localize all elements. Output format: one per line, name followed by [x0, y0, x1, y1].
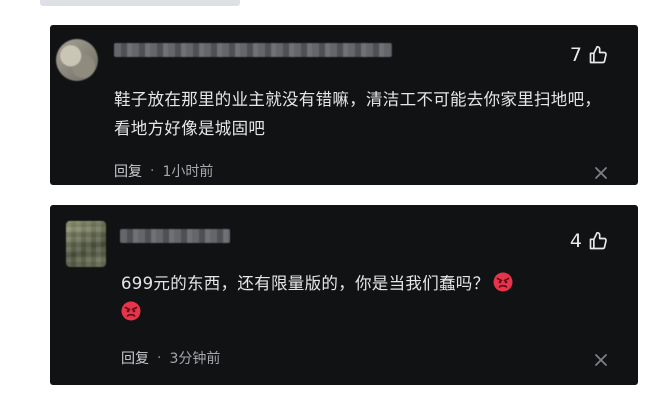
- reply-button[interactable]: 回复: [114, 161, 142, 181]
- avatar[interactable]: [56, 39, 98, 81]
- username-redacted: [120, 229, 230, 243]
- like-count: 7: [569, 44, 582, 66]
- timestamp: 3分钟前: [169, 351, 221, 367]
- thumbs-up-icon: [588, 45, 608, 65]
- close-icon[interactable]: [594, 166, 608, 180]
- username-redacted: [114, 43, 392, 57]
- thumbs-up-icon: [588, 231, 608, 251]
- comment-text: 鞋子放在那里的业主就没有错嘛，清洁工不可能去你家里扫地吧，看地方好像是城固吧: [114, 90, 602, 138]
- angry-face-emoji: [121, 301, 141, 321]
- separator-dot: ·: [150, 163, 155, 179]
- comment-meta: 回复 · 3分钟前: [121, 348, 220, 368]
- like-button[interactable]: 4: [570, 230, 608, 252]
- timestamp: 1小时前: [162, 164, 214, 180]
- like-button[interactable]: 7: [570, 44, 608, 66]
- angry-face-emoji: [493, 272, 513, 292]
- reply-button[interactable]: 回复: [121, 348, 149, 368]
- comment-card: 7 鞋子放在那里的业主就没有错嘛，清洁工不可能去你家里扫地吧，看地方好像是城固吧…: [50, 25, 638, 185]
- separator-dot: ·: [157, 350, 162, 366]
- comment-text: 699元的东西，还有限量版的，你是当我们蠢吗？: [121, 274, 490, 293]
- comment-meta: 回复 · 1小时前: [114, 161, 213, 181]
- like-count: 4: [569, 230, 582, 252]
- cropped-previous-comment-edge: [40, 0, 240, 6]
- close-icon[interactable]: [594, 353, 608, 367]
- comment-card: 4 699元的东西，还有限量版的，你是当我们蠢吗？ 回复 · 3分钟前: [50, 205, 638, 385]
- avatar[interactable]: [66, 221, 106, 267]
- comment-content: 699元的东西，还有限量版的，你是当我们蠢吗？: [121, 269, 591, 327]
